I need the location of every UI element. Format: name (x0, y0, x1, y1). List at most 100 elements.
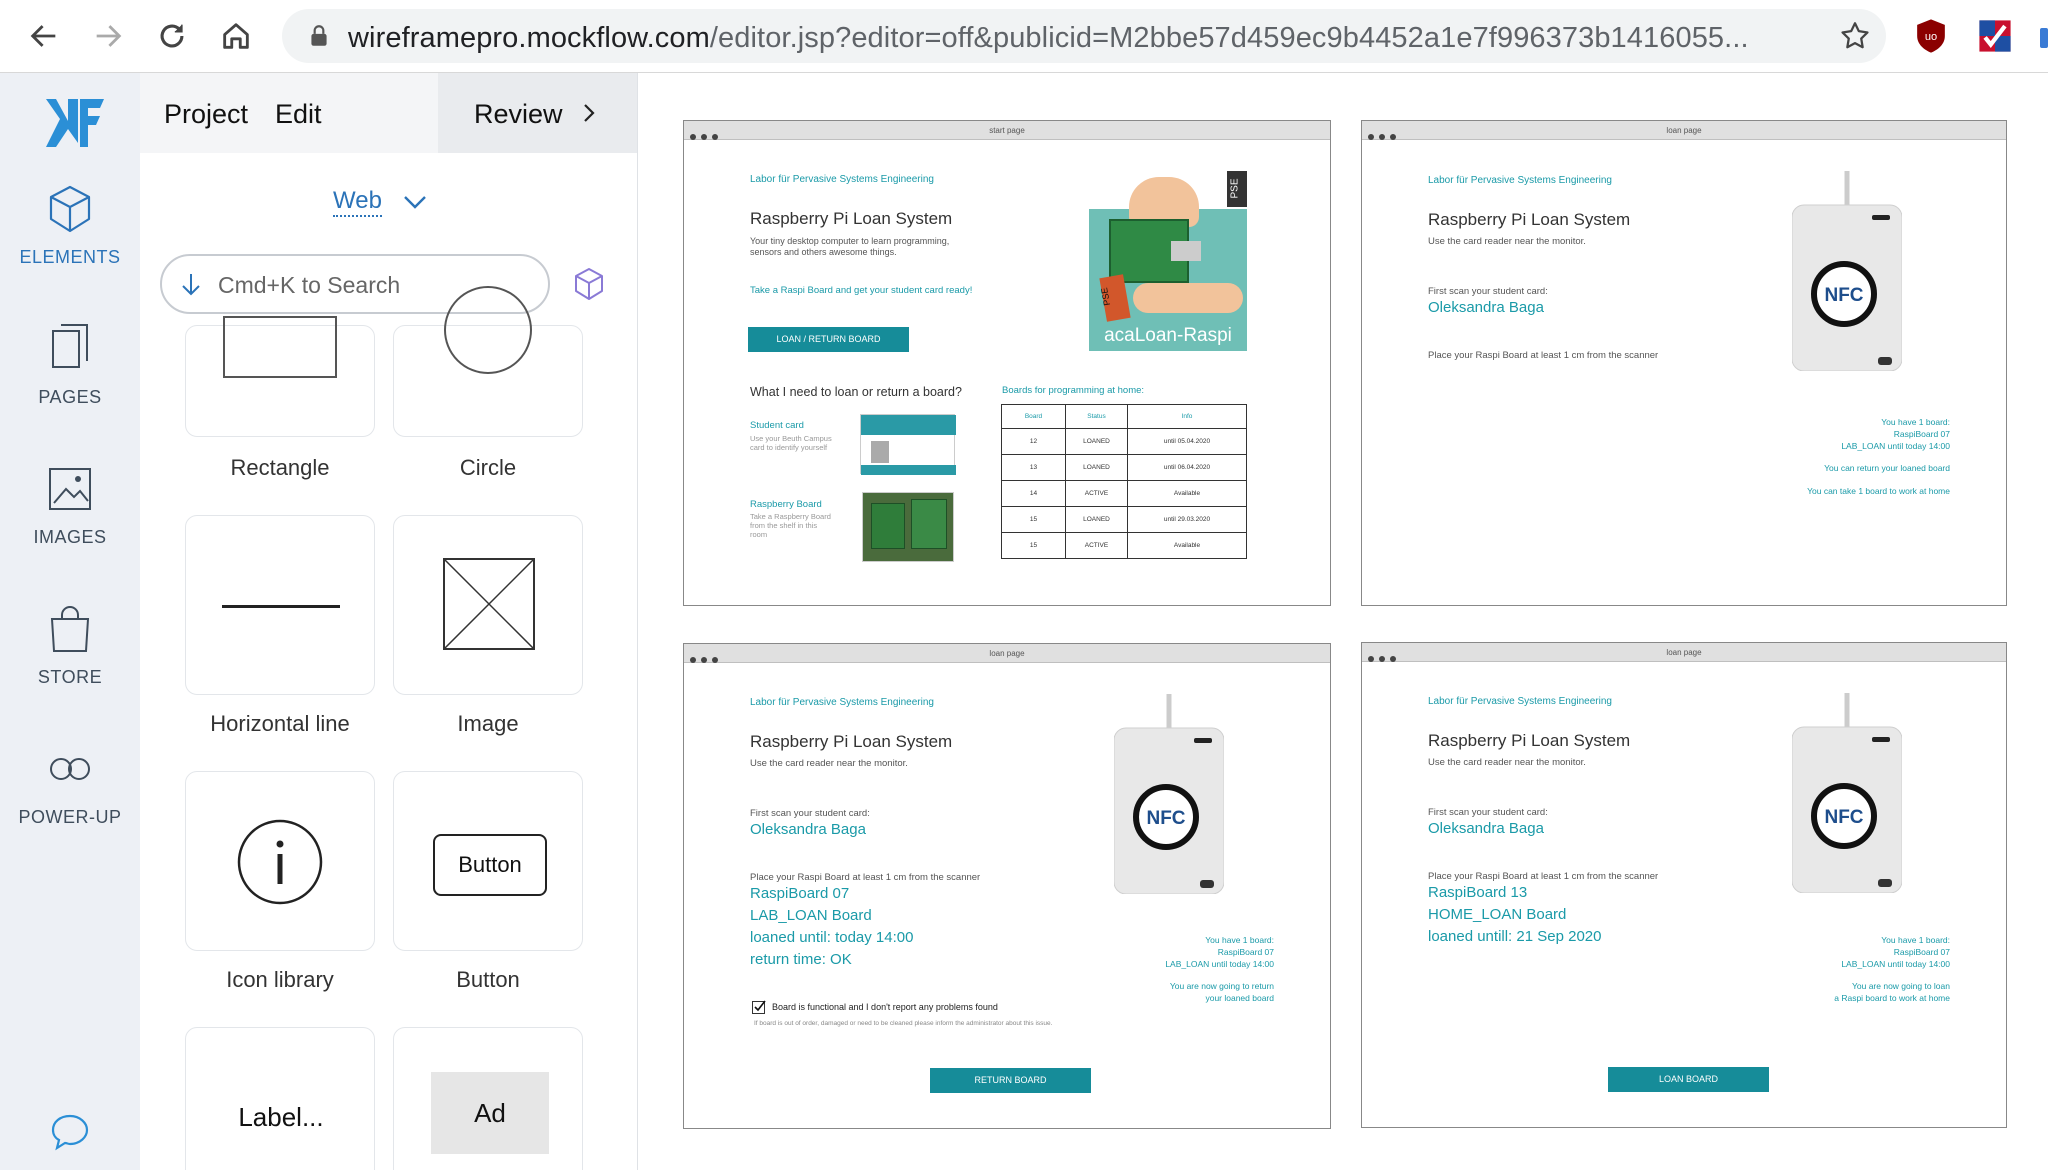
table-row: 15 ACTIVE Available (1001, 532, 1247, 559)
tile-button[interactable]: Button (393, 771, 583, 951)
frame-start-page[interactable]: start page Labor für Pervasive Systems E… (683, 120, 1331, 606)
tile-image[interactable] (393, 515, 583, 695)
forward-button[interactable] (86, 14, 130, 58)
info-have-board: You have 1 board: (1881, 417, 1950, 427)
raspberry-board-title: Raspberry Board (750, 499, 822, 510)
arrow-left-icon (30, 25, 56, 47)
star-icon[interactable] (1838, 19, 1872, 53)
tile-label-button: Button (456, 967, 520, 992)
circle-shape (444, 286, 532, 374)
description-line-2: sensors and others awesome things. (750, 247, 897, 257)
student-card-image (860, 414, 956, 475)
frame-loan-page-return[interactable]: loan page Labor für Pervasive Systems En… (683, 643, 1331, 1129)
button-preview: Button (433, 834, 547, 896)
design-canvas: start page Labor für Pervasive Systems E… (638, 73, 2048, 1170)
menu-edit[interactable]: Edit (275, 99, 322, 130)
col-status: Status (1065, 404, 1128, 429)
back-button[interactable] (22, 14, 66, 58)
cell-info: Available (1127, 532, 1247, 559)
student-name: Oleksandra Baga (1428, 299, 1544, 316)
home-button[interactable] (214, 14, 258, 58)
chevron-down-icon[interactable] (402, 193, 428, 211)
student-name: Oleksandra Baga (750, 821, 866, 838)
menu-review[interactable]: Review (438, 73, 637, 153)
table-header-row: Board Status Info (1001, 404, 1247, 429)
lock-icon (311, 25, 327, 46)
return-board-button[interactable]: RETURN BOARD (930, 1068, 1091, 1093)
nfc-reader-icon: NFC (1114, 694, 1224, 894)
cell-status: ACTIVE (1065, 480, 1128, 507)
loan-return-button[interactable]: LOAN / RETURN BOARD (748, 327, 909, 352)
frame-title: loan page (989, 649, 1025, 658)
rail-images-label: IMAGES (33, 527, 107, 547)
place-board-text: Place your Raspi Board at least 1 cm fro… (750, 872, 981, 883)
profile-edge (2040, 28, 2048, 48)
rail-store[interactable]: STORE (0, 603, 140, 713)
cell-board: 12 (1001, 428, 1066, 455)
functional-checkbox[interactable] (752, 1000, 766, 1014)
cube-icon[interactable] (572, 266, 606, 302)
hero-tag-text: PSE (1099, 286, 1113, 307)
panel-body: Web Rectangle Circle Horizontal line Ima… (140, 153, 637, 1170)
cell-info: until 29.03.2020 (1127, 506, 1247, 533)
panel-menu: Project Edit Review (140, 73, 637, 153)
tile-horizontal-line[interactable] (185, 515, 375, 695)
info-loan-until: LAB_LOAN until today 14:00 (1165, 959, 1274, 969)
extension-icon[interactable] (1978, 18, 2012, 54)
mockflow-logo-icon[interactable] (44, 95, 106, 151)
tile-label[interactable]: Label... (185, 1027, 375, 1170)
rectangle-shape (223, 316, 337, 378)
chat-icon[interactable] (50, 1113, 90, 1151)
board-name: RaspiBoard 13 (1428, 884, 1528, 901)
cell-board: 14 (1001, 480, 1066, 507)
ublock-icon[interactable]: uo (1914, 18, 1948, 54)
hand-bottom (1133, 283, 1243, 313)
system-title: Raspberry Pi Loan System (1428, 731, 1631, 750)
rail-pages[interactable]: PAGES (0, 323, 140, 433)
tile-icon-library[interactable] (185, 771, 375, 951)
issue-note: If board is out of order, damaged or nee… (754, 1020, 1053, 1027)
frame-title: loan page (1666, 126, 1702, 135)
cube-icon (49, 185, 91, 233)
place-board-text: Place your Raspi Board at least 1 cm fro… (1428, 350, 1659, 361)
rail-pages-label: PAGES (38, 387, 102, 407)
address-bar[interactable]: wireframepro.mockflow.com/editor.jsp?edi… (282, 9, 1886, 63)
rail-store-label: STORE (37, 667, 103, 687)
table-row: 14 ACTIVE Available (1001, 480, 1247, 507)
label-preview: Label... (238, 1102, 324, 1132)
frame-title: loan page (1666, 648, 1702, 657)
rail-elements[interactable]: ELEMENTS (0, 183, 140, 293)
tile-rectangle[interactable] (185, 316, 375, 437)
return-time: return time: OK (750, 951, 852, 968)
cell-board: 13 (1001, 454, 1066, 481)
nfc-reader-icon: NFC (1792, 693, 1902, 893)
loan-board-button[interactable]: LOAN BOARD (1608, 1067, 1769, 1092)
table-row: 13 LOANED until 06.04.2020 (1001, 454, 1247, 481)
menu-project[interactable]: Project (164, 99, 248, 130)
svg-text:NFC: NFC (1824, 807, 1863, 828)
rail-images[interactable]: IMAGES (0, 463, 140, 573)
reload-button[interactable] (150, 14, 194, 58)
tile-circle[interactable] (393, 286, 583, 437)
rail-power-up[interactable]: POWER-UP (0, 743, 140, 853)
cell-status: LOANED (1065, 506, 1128, 533)
frame-titlebar: loan page (1362, 643, 2006, 662)
bag-icon (50, 606, 90, 652)
info-loan-until: LAB_LOAN until today 14:00 (1841, 441, 1950, 451)
info-can-take: You can take 1 board to work at home (1807, 486, 1950, 496)
elements-panel: Project Edit Review Web Rectangle Circle… (140, 73, 638, 1170)
pages-icon (52, 324, 88, 368)
loaned-until: loaned untill: 21 Sep 2020 (1428, 928, 1602, 945)
home-boards-title: Boards for programming at home: (1002, 385, 1145, 396)
student-card-desc-1: Use your Beuth Campus (750, 434, 832, 443)
use-reader-text: Use the card reader near the monitor. (1428, 236, 1586, 247)
info-loan-until: LAB_LOAN until today 14:00 (1841, 959, 1950, 969)
tile-ad[interactable]: Ad (393, 1027, 583, 1170)
tile-label-horizontal-line: Horizontal line (210, 711, 350, 736)
chevron-right-icon (584, 104, 595, 122)
platform-select[interactable]: Web (333, 187, 382, 217)
frame-loan-page-scan[interactable]: loan page Labor für Pervasive Systems En… (1361, 120, 2007, 606)
info-board-name: RaspiBoard 07 (1217, 947, 1274, 957)
browser-toolbar: wireframepro.mockflow.com/editor.jsp?edi… (0, 0, 2048, 73)
frame-loan-page-home[interactable]: loan page Labor für Pervasive Systems En… (1361, 642, 2007, 1128)
